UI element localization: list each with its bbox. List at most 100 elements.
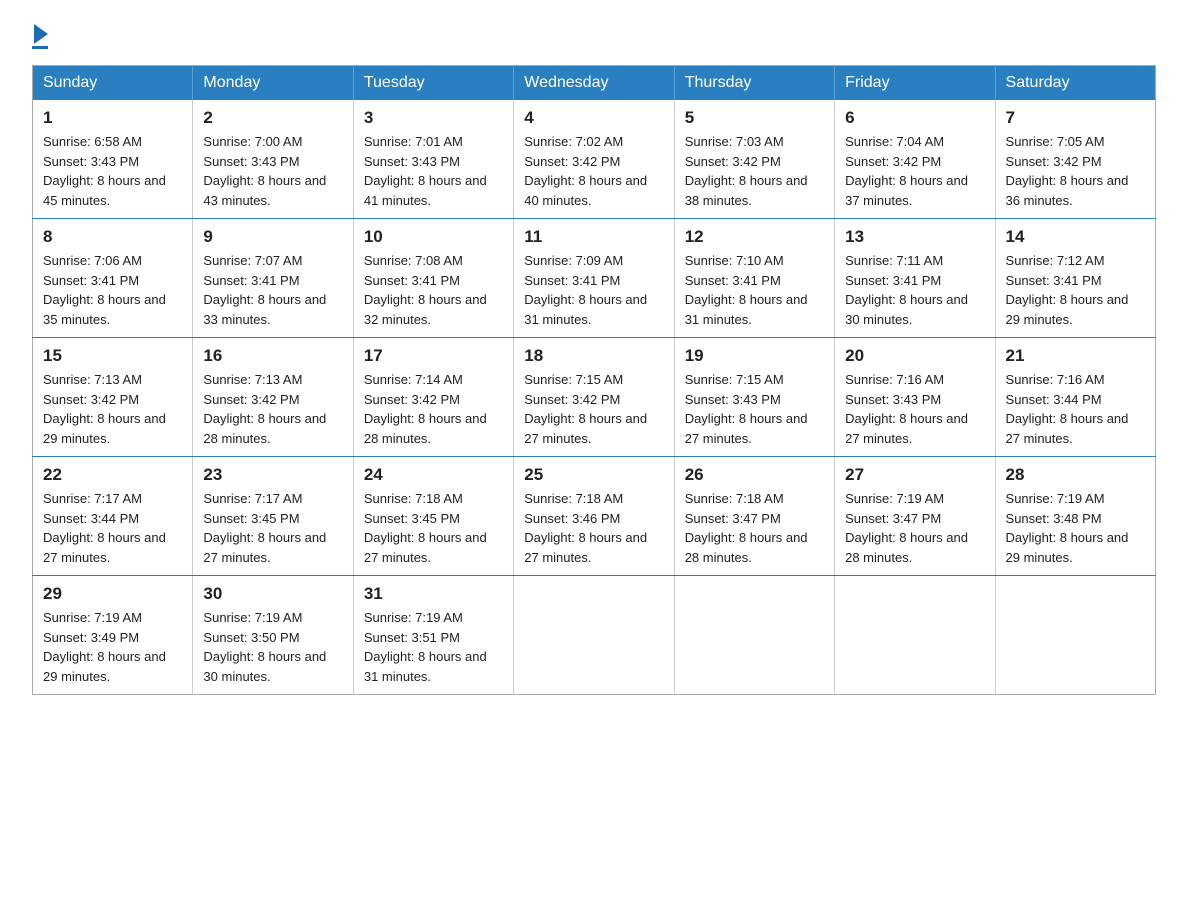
day-info: Sunrise: 7:06 AMSunset: 3:41 PMDaylight:… bbox=[43, 251, 182, 329]
day-number: 3 bbox=[364, 108, 503, 128]
calendar-cell: 5 Sunrise: 7:03 AMSunset: 3:42 PMDaylight… bbox=[674, 100, 834, 219]
calendar-cell: 2 Sunrise: 7:00 AMSunset: 3:43 PMDaylight… bbox=[193, 100, 353, 219]
calendar-cell: 14Sunrise: 7:12 AMSunset: 3:41 PMDayligh… bbox=[995, 219, 1155, 338]
weekday-header-saturday: Saturday bbox=[995, 66, 1155, 101]
page-header bbox=[32, 24, 1156, 49]
day-info: Sunrise: 7:11 AMSunset: 3:41 PMDaylight:… bbox=[845, 251, 984, 329]
day-info: Sunrise: 7:15 AMSunset: 3:42 PMDaylight:… bbox=[524, 370, 663, 448]
calendar-cell: 9 Sunrise: 7:07 AMSunset: 3:41 PMDaylight… bbox=[193, 219, 353, 338]
calendar-cell: 17Sunrise: 7:14 AMSunset: 3:42 PMDayligh… bbox=[353, 338, 513, 457]
day-info: Sunrise: 6:58 AMSunset: 3:43 PMDaylight:… bbox=[43, 132, 182, 210]
day-info: Sunrise: 7:16 AMSunset: 3:44 PMDaylight:… bbox=[1006, 370, 1145, 448]
day-info: Sunrise: 7:19 AMSunset: 3:48 PMDaylight:… bbox=[1006, 489, 1145, 567]
day-info: Sunrise: 7:10 AMSunset: 3:41 PMDaylight:… bbox=[685, 251, 824, 329]
day-info: Sunrise: 7:19 AMSunset: 3:47 PMDaylight:… bbox=[845, 489, 984, 567]
day-number: 2 bbox=[203, 108, 342, 128]
calendar-cell: 15 Sunrise: 7:13 AMSunset: 3:42 PMDayligh… bbox=[33, 338, 193, 457]
day-number: 23 bbox=[203, 465, 342, 485]
calendar-cell: 1 Sunrise: 6:58 AMSunset: 3:43 PMDaylight… bbox=[33, 100, 193, 219]
calendar-cell: 18 Sunrise: 7:15 AMSunset: 3:42 PMDayligh… bbox=[514, 338, 674, 457]
day-info: Sunrise: 7:18 AMSunset: 3:45 PMDaylight:… bbox=[364, 489, 503, 567]
day-info: Sunrise: 7:03 AMSunset: 3:42 PMDaylight:… bbox=[685, 132, 824, 210]
day-number: 22 bbox=[43, 465, 182, 485]
calendar-cell: 28 Sunrise: 7:19 AMSunset: 3:48 PMDayligh… bbox=[995, 457, 1155, 576]
day-number: 18 bbox=[524, 346, 663, 366]
day-number: 6 bbox=[845, 108, 984, 128]
day-number: 29 bbox=[43, 584, 182, 604]
calendar-cell: 31 Sunrise: 7:19 AMSunset: 3:51 PMDayligh… bbox=[353, 576, 513, 695]
calendar-cell: 21 Sunrise: 7:16 AMSunset: 3:44 PMDayligh… bbox=[995, 338, 1155, 457]
day-info: Sunrise: 7:07 AMSunset: 3:41 PMDaylight:… bbox=[203, 251, 342, 329]
day-number: 5 bbox=[685, 108, 824, 128]
day-number: 15 bbox=[43, 346, 182, 366]
day-info: Sunrise: 7:18 AMSunset: 3:46 PMDaylight:… bbox=[524, 489, 663, 567]
day-info: Sunrise: 7:13 AMSunset: 3:42 PMDaylight:… bbox=[43, 370, 182, 448]
day-number: 11 bbox=[524, 227, 663, 247]
calendar-cell: 3 Sunrise: 7:01 AMSunset: 3:43 PMDaylight… bbox=[353, 100, 513, 219]
day-info: Sunrise: 7:04 AMSunset: 3:42 PMDaylight:… bbox=[845, 132, 984, 210]
day-number: 25 bbox=[524, 465, 663, 485]
day-info: Sunrise: 7:12 AMSunset: 3:41 PMDaylight:… bbox=[1006, 251, 1145, 329]
day-number: 7 bbox=[1006, 108, 1145, 128]
day-number: 31 bbox=[364, 584, 503, 604]
day-info: Sunrise: 7:01 AMSunset: 3:43 PMDaylight:… bbox=[364, 132, 503, 210]
calendar-cell: 30 Sunrise: 7:19 AMSunset: 3:50 PMDayligh… bbox=[193, 576, 353, 695]
day-info: Sunrise: 7:02 AMSunset: 3:42 PMDaylight:… bbox=[524, 132, 663, 210]
calendar-cell: 11 Sunrise: 7:09 AMSunset: 3:41 PMDayligh… bbox=[514, 219, 674, 338]
day-info: Sunrise: 7:17 AMSunset: 3:44 PMDaylight:… bbox=[43, 489, 182, 567]
day-info: Sunrise: 7:19 AMSunset: 3:49 PMDaylight:… bbox=[43, 608, 182, 686]
calendar-cell: 6 Sunrise: 7:04 AMSunset: 3:42 PMDaylight… bbox=[835, 100, 995, 219]
day-info: Sunrise: 7:19 AMSunset: 3:51 PMDaylight:… bbox=[364, 608, 503, 686]
calendar-cell: 16 Sunrise: 7:13 AMSunset: 3:42 PMDayligh… bbox=[193, 338, 353, 457]
day-number: 24 bbox=[364, 465, 503, 485]
calendar-cell bbox=[835, 576, 995, 695]
day-number: 30 bbox=[203, 584, 342, 604]
calendar-cell: 13 Sunrise: 7:11 AMSunset: 3:41 PMDayligh… bbox=[835, 219, 995, 338]
day-number: 21 bbox=[1006, 346, 1145, 366]
calendar-cell: 24 Sunrise: 7:18 AMSunset: 3:45 PMDayligh… bbox=[353, 457, 513, 576]
weekday-header-wednesday: Wednesday bbox=[514, 66, 674, 101]
day-number: 8 bbox=[43, 227, 182, 247]
day-number: 13 bbox=[845, 227, 984, 247]
calendar-cell: 7 Sunrise: 7:05 AMSunset: 3:42 PMDaylight… bbox=[995, 100, 1155, 219]
logo-triangle-icon bbox=[34, 24, 48, 44]
day-info: Sunrise: 7:13 AMSunset: 3:42 PMDaylight:… bbox=[203, 370, 342, 448]
weekday-header-friday: Friday bbox=[835, 66, 995, 101]
day-number: 19 bbox=[685, 346, 824, 366]
calendar-cell: 20 Sunrise: 7:16 AMSunset: 3:43 PMDayligh… bbox=[835, 338, 995, 457]
day-number: 28 bbox=[1006, 465, 1145, 485]
weekday-header-monday: Monday bbox=[193, 66, 353, 101]
day-number: 1 bbox=[43, 108, 182, 128]
day-number: 20 bbox=[845, 346, 984, 366]
weekday-header-thursday: Thursday bbox=[674, 66, 834, 101]
calendar-cell: 10Sunrise: 7:08 AMSunset: 3:41 PMDayligh… bbox=[353, 219, 513, 338]
day-info: Sunrise: 7:09 AMSunset: 3:41 PMDaylight:… bbox=[524, 251, 663, 329]
calendar-cell: 26Sunrise: 7:18 AMSunset: 3:47 PMDayligh… bbox=[674, 457, 834, 576]
day-info: Sunrise: 7:19 AMSunset: 3:50 PMDaylight:… bbox=[203, 608, 342, 686]
day-info: Sunrise: 7:00 AMSunset: 3:43 PMDaylight:… bbox=[203, 132, 342, 210]
calendar-cell bbox=[514, 576, 674, 695]
logo-underline bbox=[32, 46, 48, 49]
day-info: Sunrise: 7:05 AMSunset: 3:42 PMDaylight:… bbox=[1006, 132, 1145, 210]
calendar-cell: 22 Sunrise: 7:17 AMSunset: 3:44 PMDayligh… bbox=[33, 457, 193, 576]
calendar-cell: 4 Sunrise: 7:02 AMSunset: 3:42 PMDaylight… bbox=[514, 100, 674, 219]
day-number: 26 bbox=[685, 465, 824, 485]
calendar-cell: 23Sunrise: 7:17 AMSunset: 3:45 PMDayligh… bbox=[193, 457, 353, 576]
calendar-cell: 8 Sunrise: 7:06 AMSunset: 3:41 PMDaylight… bbox=[33, 219, 193, 338]
weekday-header-tuesday: Tuesday bbox=[353, 66, 513, 101]
calendar-cell: 19 Sunrise: 7:15 AMSunset: 3:43 PMDayligh… bbox=[674, 338, 834, 457]
day-number: 16 bbox=[203, 346, 342, 366]
weekday-header-sunday: Sunday bbox=[33, 66, 193, 101]
day-info: Sunrise: 7:15 AMSunset: 3:43 PMDaylight:… bbox=[685, 370, 824, 448]
day-info: Sunrise: 7:08 AMSunset: 3:41 PMDaylight:… bbox=[364, 251, 503, 329]
day-number: 4 bbox=[524, 108, 663, 128]
day-number: 12 bbox=[685, 227, 824, 247]
day-info: Sunrise: 7:16 AMSunset: 3:43 PMDaylight:… bbox=[845, 370, 984, 448]
calendar-cell: 29 Sunrise: 7:19 AMSunset: 3:49 PMDayligh… bbox=[33, 576, 193, 695]
calendar-cell: 12 Sunrise: 7:10 AMSunset: 3:41 PMDayligh… bbox=[674, 219, 834, 338]
calendar-cell bbox=[995, 576, 1155, 695]
day-info: Sunrise: 7:14 AMSunset: 3:42 PMDaylight:… bbox=[364, 370, 503, 448]
day-number: 27 bbox=[845, 465, 984, 485]
day-number: 9 bbox=[203, 227, 342, 247]
calendar-cell: 27 Sunrise: 7:19 AMSunset: 3:47 PMDayligh… bbox=[835, 457, 995, 576]
